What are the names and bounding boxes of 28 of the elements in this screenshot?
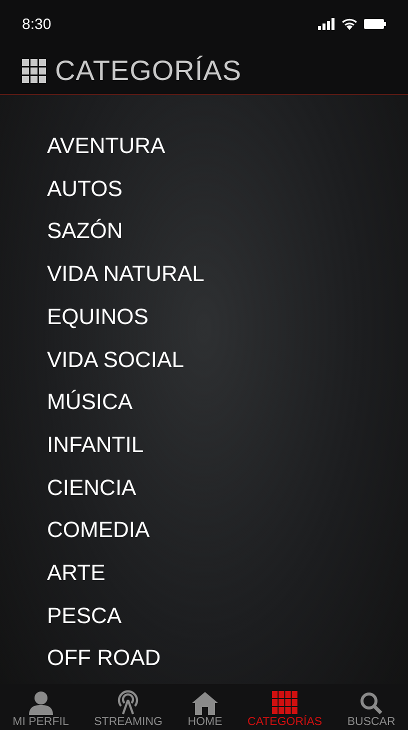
category-item[interactable]: COMEDIA <box>47 509 150 552</box>
nav-tab[interactable]: HOME <box>188 691 222 728</box>
category-item[interactable]: CIENCIA <box>47 466 136 510</box>
broadcast-icon <box>116 689 140 715</box>
wifi-icon <box>341 18 358 30</box>
category-item[interactable]: VIDA NATURAL <box>47 253 204 296</box>
category-item[interactable]: VIDA SOCIAL <box>47 338 184 382</box>
category-item[interactable]: EQUINOS <box>47 296 148 339</box>
category-item[interactable]: AVENTURA <box>47 125 166 168</box>
category-item[interactable]: AUTOS <box>47 168 122 210</box>
page-title: CATEGORÍAS <box>55 55 242 87</box>
category-item[interactable]: INFANTIL <box>47 424 144 467</box>
category-item[interactable]: OFF ROAD <box>47 637 161 680</box>
person-icon <box>28 691 54 715</box>
grid-icon <box>272 691 298 715</box>
search-icon <box>359 691 384 715</box>
category-item[interactable]: ARTE <box>47 552 106 595</box>
grid-icon <box>22 59 46 83</box>
signal-icon <box>318 18 335 30</box>
category-item[interactable]: SAZÓN <box>47 210 123 254</box>
nav-tab[interactable]: MI PERFIL <box>12 691 69 728</box>
category-item[interactable]: MÚSICA <box>47 381 133 424</box>
category-item[interactable]: PESCA <box>47 594 122 638</box>
battery-icon <box>364 19 386 29</box>
status-time: 8:30 <box>22 16 52 32</box>
home-icon <box>191 691 220 715</box>
nav-tab[interactable]: BUSCAR <box>347 691 396 728</box>
nav-tab[interactable]: STREAMING <box>94 689 162 728</box>
